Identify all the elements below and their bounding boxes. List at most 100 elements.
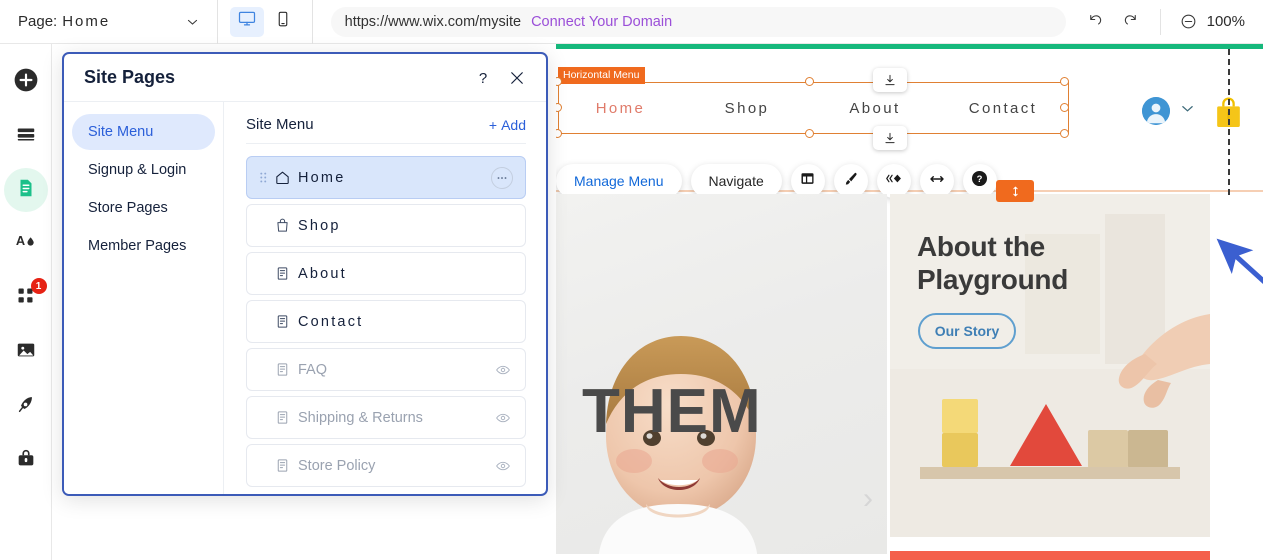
- avatar: [1142, 97, 1170, 125]
- desktop-view-button[interactable]: [229, 6, 264, 37]
- left-icon-rail: A 1: [0, 44, 52, 560]
- page-icon: [269, 457, 295, 474]
- panel-main-content: Site Menu + Add Home Shop About Contact …: [224, 102, 546, 494]
- site-url-text: https://www.wix.com/mysite: [344, 13, 522, 30]
- page-selector-value: Home: [62, 13, 111, 30]
- add-page-label: Add: [501, 116, 526, 133]
- table-row[interactable]: Home: [246, 156, 526, 199]
- horizontal-menu: Home Shop About Contact: [558, 82, 1069, 134]
- page-name: Home: [298, 169, 346, 186]
- page-more-options-icon[interactable]: [491, 166, 513, 189]
- layout-bars-icon: [15, 123, 37, 150]
- pen-nib-icon: [15, 393, 37, 420]
- about-title-line1: About the: [917, 231, 1045, 262]
- menu-item-shop[interactable]: Shop: [683, 100, 811, 117]
- hero-headline: THEM: [582, 377, 762, 446]
- table-row[interactable]: Shipping & Returns: [246, 396, 526, 439]
- rail-item-media[interactable]: [4, 330, 48, 374]
- svg-text:?: ?: [977, 174, 983, 185]
- manage-menu-button[interactable]: Manage Menu: [556, 164, 682, 198]
- help-button[interactable]: ?: [962, 164, 997, 198]
- drag-handle-icon[interactable]: [257, 172, 269, 183]
- about-title: About the Playground: [917, 230, 1068, 296]
- add-page-button[interactable]: + Add: [489, 117, 526, 133]
- table-row[interactable]: Shop: [246, 204, 526, 247]
- page-selector-label: Page:: [18, 13, 58, 30]
- phone-icon: [274, 10, 292, 33]
- about-section: About the Playground Our Story: [890, 194, 1210, 537]
- hero-slideshow: THEM ›: [556, 194, 887, 554]
- design-brush-icon: [842, 170, 859, 192]
- page-name: About: [298, 265, 347, 282]
- home-icon: [269, 169, 295, 186]
- stretch-button[interactable]: [919, 164, 954, 198]
- page-name: Store Policy: [298, 457, 376, 474]
- table-row[interactable]: FAQ: [246, 348, 526, 391]
- redo-icon[interactable]: [1121, 10, 1140, 34]
- hidden-page-eye-icon[interactable]: [493, 458, 513, 474]
- section-resize-handle[interactable]: [996, 180, 1034, 202]
- panel-body: Site Menu Signup & Login Store Pages Mem…: [64, 102, 546, 494]
- menu-item-about[interactable]: About: [811, 100, 939, 117]
- svg-text:A: A: [15, 232, 24, 247]
- page-selector[interactable]: Page: Home: [0, 0, 218, 44]
- device-toggle-group: [218, 0, 313, 44]
- rail-item-site-design[interactable]: [4, 114, 48, 158]
- undo-icon[interactable]: [1086, 10, 1105, 34]
- our-story-button[interactable]: Our Story: [918, 313, 1016, 349]
- panel-nav-member-pages[interactable]: Member Pages: [72, 228, 215, 264]
- rail-item-blog[interactable]: [4, 384, 48, 428]
- rail-item-apps[interactable]: 1: [4, 276, 48, 320]
- monitor-icon: [237, 9, 257, 34]
- text-theme-icon: A: [15, 231, 37, 258]
- table-row[interactable]: About: [246, 252, 526, 295]
- canvas-edge-guide-line: [1228, 49, 1230, 195]
- table-row[interactable]: Contact: [246, 300, 526, 343]
- page-icon: [269, 409, 295, 426]
- zoom-level-value: 100%: [1206, 13, 1245, 30]
- plus-icon: +: [488, 116, 498, 133]
- design-button[interactable]: [833, 164, 868, 198]
- panel-nav-list: Site Menu Signup & Login Store Pages Mem…: [64, 102, 224, 494]
- hidden-page-eye-icon[interactable]: [493, 362, 513, 378]
- briefcase-lock-icon: [15, 447, 37, 474]
- layout-button[interactable]: [790, 164, 825, 198]
- zoom-out-icon[interactable]: [1179, 12, 1198, 31]
- hidden-page-eye-icon[interactable]: [493, 410, 513, 426]
- rail-item-site-theme[interactable]: A: [4, 222, 48, 266]
- zoom-control: 100%: [1161, 12, 1263, 31]
- help-icon: ?: [970, 169, 989, 193]
- animation-button[interactable]: [876, 164, 911, 198]
- chevron-down-icon: [186, 15, 199, 28]
- navigate-button[interactable]: Navigate: [690, 164, 782, 198]
- wix-editor-screen: Page: Home https://www.wix.com/mysite Co…: [0, 0, 1263, 560]
- help-icon[interactable]: ?: [470, 65, 496, 91]
- panel-nav-signup-login[interactable]: Signup & Login: [72, 152, 215, 188]
- panel-nav-store-pages[interactable]: Store Pages: [72, 190, 215, 226]
- rail-item-pages-and-menu[interactable]: [3, 168, 48, 212]
- svg-text:?: ?: [479, 70, 487, 87]
- table-row[interactable]: Store Policy: [246, 444, 526, 487]
- shop-bag-icon: [269, 217, 295, 234]
- rail-item-add-elements[interactable]: [4, 60, 48, 104]
- menu-item-home[interactable]: Home: [558, 100, 683, 117]
- close-icon[interactable]: [504, 65, 530, 91]
- site-address-field[interactable]: https://www.wix.com/mysite Connect Your …: [330, 6, 1066, 37]
- menu-item-contact[interactable]: Contact: [939, 100, 1067, 117]
- image-icon: [15, 339, 37, 366]
- animation-icon: [884, 170, 903, 192]
- page-name: Contact: [298, 313, 364, 330]
- panel-title: Site Pages: [84, 67, 176, 87]
- site-body-section: THEM › About the Playground Our Story: [556, 180, 1263, 560]
- top-toolbar: Page: Home https://www.wix.com/mysite Co…: [0, 0, 1263, 44]
- slideshow-next-arrow[interactable]: ›: [863, 484, 873, 514]
- panel-nav-site-menu[interactable]: Site Menu: [72, 114, 215, 150]
- rail-item-business-tools[interactable]: [4, 438, 48, 482]
- member-login-widget[interactable]: [1142, 97, 1195, 125]
- site-pages-panel: Site Pages ? Site Menu Signup & Login St…: [62, 52, 548, 496]
- page-icon: [269, 265, 295, 282]
- element-action-toolbar: Manage Menu Navigate ?: [556, 164, 997, 198]
- site-address-bar: https://www.wix.com/mysite Connect Your …: [313, 0, 1066, 44]
- mobile-view-button[interactable]: [266, 7, 300, 37]
- connect-domain-link[interactable]: Connect Your Domain: [531, 14, 672, 30]
